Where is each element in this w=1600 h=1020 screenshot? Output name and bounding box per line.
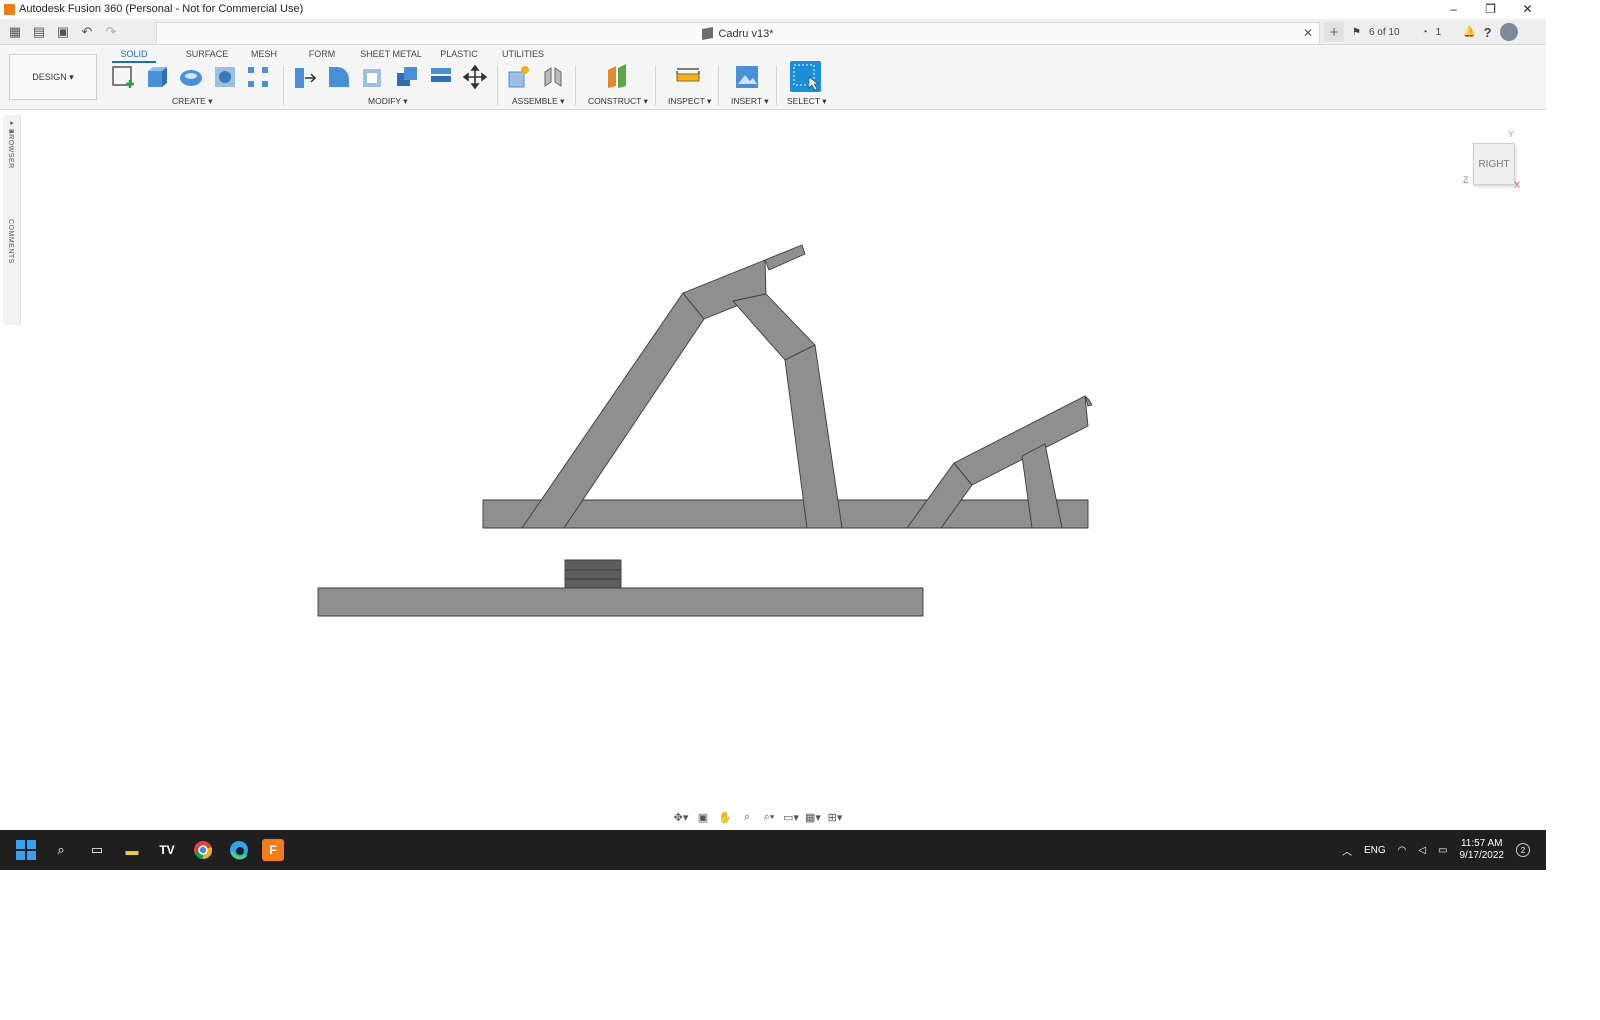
file-explorer-icon[interactable]: ▬ xyxy=(121,839,143,861)
battery-icon[interactable]: ▭ xyxy=(1438,845,1447,856)
language-indicator[interactable]: ENG xyxy=(1364,845,1386,856)
mount-block[interactable] xyxy=(564,559,622,589)
display-settings-icon[interactable]: ▭▾ xyxy=(782,809,800,825)
grid-settings-icon[interactable]: ▦▾ xyxy=(804,809,822,825)
edge-icon[interactable] xyxy=(228,839,250,861)
lower-rail[interactable] xyxy=(317,587,924,617)
notification-center-badge[interactable]: 2 xyxy=(1516,843,1530,857)
axis-x-label: X xyxy=(1514,180,1521,190)
clock-date: 9/17/2022 xyxy=(1459,850,1505,861)
look-at-icon[interactable]: ▣ xyxy=(694,809,712,825)
fusion-app-window: Autodesk Fusion 360 (Personal - Not for … xyxy=(0,0,1546,870)
axis-y-label: Y xyxy=(1508,129,1515,139)
windows-taskbar: ⌕ ▭ ▬ TV F ︿ ENG ◠ ◁ ▭ 11:57 AM 9/17/202… xyxy=(0,830,1546,870)
volume-icon[interactable]: ◁ xyxy=(1418,845,1426,856)
frame-front-strut[interactable] xyxy=(521,292,705,529)
frame-rear-link[interactable] xyxy=(732,293,816,361)
frame-top-tip[interactable] xyxy=(764,244,806,271)
system-tray: ︿ ENG ◠ ◁ ▭ 11:57 AM 9/17/2022 2 xyxy=(1342,830,1530,870)
system-clock[interactable]: 11:57 AM 9/17/2022 xyxy=(1460,838,1505,862)
frame-right-bar[interactable] xyxy=(953,395,1089,486)
orbit-icon[interactable]: ✥▾ xyxy=(672,809,690,825)
task-view-icon[interactable]: ▭ xyxy=(86,839,108,861)
start-windows-icon[interactable] xyxy=(15,839,37,861)
wifi-icon[interactable]: ◠ xyxy=(1398,845,1407,856)
clock-time: 11:57 AM xyxy=(1460,838,1503,849)
pan-hand-icon[interactable]: ✋ xyxy=(716,809,734,825)
navigation-bar: ✥▾ ▣ ✋ ⌕ ⌕▾ ▭▾ ▦▾ ⊞▾ xyxy=(672,807,844,827)
viewcube[interactable]: RIGHT xyxy=(1473,143,1515,185)
tray-expand-icon[interactable]: ︿ xyxy=(1342,843,1352,858)
viewport-canvas[interactable] xyxy=(0,0,1546,830)
search-icon[interactable]: ⌕ xyxy=(50,839,72,861)
zoom-icon[interactable]: ⌕ xyxy=(738,809,756,825)
chrome-icon[interactable] xyxy=(192,839,214,861)
fusion-taskbar-icon[interactable]: F xyxy=(262,839,284,861)
fit-zoom-icon[interactable]: ⌕▾ xyxy=(760,809,778,825)
tradingview-icon[interactable]: TV xyxy=(156,839,178,861)
axis-z-label: Z xyxy=(1463,175,1469,185)
viewports-icon[interactable]: ⊞▾ xyxy=(826,809,844,825)
viewcube-face-label[interactable]: RIGHT xyxy=(1478,159,1509,170)
